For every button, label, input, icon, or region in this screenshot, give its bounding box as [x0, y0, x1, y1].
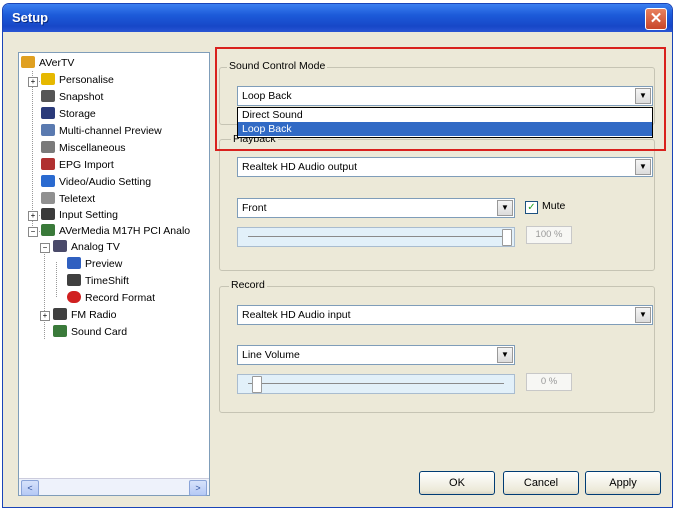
slider-track [248, 236, 504, 237]
tree-item-personalise[interactable]: Personalise [41, 72, 114, 88]
chevron-down-icon[interactable]: ▼ [635, 159, 651, 175]
tree-item-teletext[interactable]: Teletext [41, 191, 95, 207]
eye-icon [41, 124, 55, 136]
playback-volume-slider[interactable] [237, 227, 515, 247]
tree-item-record-format[interactable]: Record Format [67, 290, 155, 306]
tree-item-fm-radio[interactable]: FM Radio [53, 307, 117, 323]
cancel-button[interactable]: Cancel [503, 471, 579, 495]
record-volume-readout: 0 % [526, 373, 572, 391]
window-title: Setup [12, 10, 49, 25]
tree-item-timeshift[interactable]: TimeShift [67, 273, 129, 289]
playback-channel-select[interactable]: Front ▼ [237, 198, 515, 218]
slider-track [248, 383, 504, 384]
tree-horizontal-scrollbar[interactable]: < > [19, 478, 209, 496]
tree-item-snapshot[interactable]: Snapshot [41, 89, 103, 105]
tree-item-avermedia-device[interactable]: AVerMedia M17H PCI Analo [41, 223, 190, 239]
tv-icon [53, 240, 67, 252]
setup-window: Setup ✕ + + − − + AVerTV Personalise Sna… [2, 3, 673, 508]
tree-item-storage[interactable]: Storage [41, 106, 96, 122]
record-channel-select[interactable]: Line Volume ▼ [237, 345, 515, 365]
chevron-down-icon[interactable]: ▼ [497, 347, 513, 363]
tree-item-input-setting[interactable]: Input Setting [41, 207, 118, 223]
mute-checkbox[interactable]: ✓ [525, 201, 538, 214]
tools-icon [41, 175, 55, 187]
soundcard-icon [53, 325, 67, 337]
disk-icon [41, 107, 55, 119]
tree-item-epg-import[interactable]: EPG Import [41, 157, 114, 173]
title-bar[interactable]: Setup ✕ [3, 4, 672, 32]
radio-icon [53, 308, 67, 320]
tree-item-video-audio-setting[interactable]: Video/Audio Setting [41, 174, 151, 190]
tree-item-multichannel-preview[interactable]: Multi-channel Preview [41, 123, 162, 139]
tree-item-analog-tv[interactable]: Analog TV [53, 239, 120, 255]
tree-item-preview[interactable]: Preview [67, 256, 122, 272]
epg-icon [41, 158, 55, 170]
expand-input-setting-icon[interactable]: + [28, 211, 38, 221]
camera-icon [41, 90, 55, 102]
close-button[interactable]: ✕ [645, 8, 667, 30]
teletext-icon [41, 192, 55, 204]
annotation-highlight-box [215, 47, 666, 151]
collapse-device-icon[interactable]: − [28, 227, 38, 237]
preview-icon [67, 257, 81, 269]
scroll-left-button[interactable]: < [21, 480, 39, 496]
personalise-icon [41, 73, 55, 85]
collapse-analog-tv-icon[interactable]: − [40, 243, 50, 253]
playback-device-select[interactable]: Realtek HD Audio output ▼ [237, 157, 653, 177]
record-volume-thumb[interactable] [252, 376, 262, 393]
record-icon [67, 291, 81, 303]
mute-label: Mute [542, 200, 566, 212]
timeshift-icon [67, 274, 81, 286]
expand-personalise-icon[interactable]: + [28, 77, 38, 87]
record-volume-slider[interactable] [237, 374, 515, 394]
tree-item-sound-card[interactable]: Sound Card [53, 324, 127, 340]
scroll-right-button[interactable]: > [189, 480, 207, 496]
chevron-down-icon[interactable]: ▼ [497, 200, 513, 216]
input-icon [41, 208, 55, 220]
playback-volume-readout: 100 % [526, 226, 572, 244]
tree-item-avertv[interactable]: AVerTV [21, 55, 74, 71]
apply-button[interactable]: Apply [585, 471, 661, 495]
tree-item-miscellaneous[interactable]: Miscellaneous [41, 140, 126, 156]
wrench-icon [41, 141, 55, 153]
record-label: Record [229, 279, 267, 291]
settings-tree[interactable]: + + − − + AVerTV Personalise Snapshot St… [18, 52, 210, 496]
expand-fm-radio-icon[interactable]: + [40, 311, 50, 321]
playback-volume-thumb[interactable] [502, 229, 512, 246]
ok-button[interactable]: OK [419, 471, 495, 495]
device-icon [41, 224, 55, 236]
chevron-down-icon[interactable]: ▼ [635, 307, 651, 323]
record-device-select[interactable]: Realtek HD Audio input ▼ [237, 305, 653, 325]
aver-icon [21, 56, 35, 68]
